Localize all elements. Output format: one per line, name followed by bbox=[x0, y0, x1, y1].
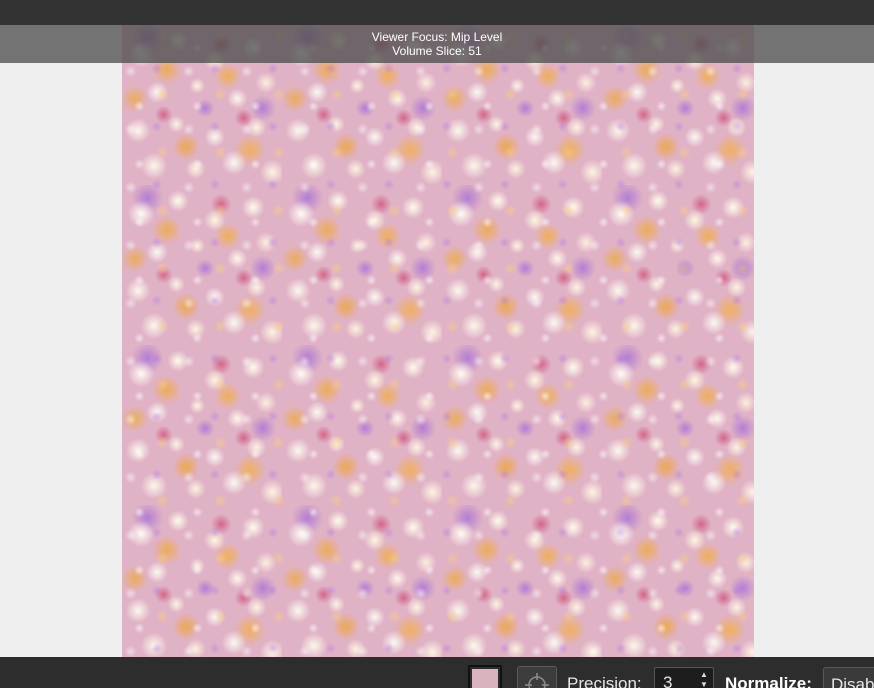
picked-color-fill bbox=[472, 669, 498, 688]
viewer-info-overlay: Viewer Focus: Mip Level Volume Slice: 51 bbox=[0, 25, 874, 63]
normalize-label: Normalize: bbox=[725, 674, 812, 688]
precision-label: Precision: bbox=[567, 674, 642, 688]
stepper-up-icon[interactable]: ▲ bbox=[697, 670, 711, 680]
pick-pixel-button[interactable] bbox=[517, 666, 557, 688]
crosshair-icon bbox=[525, 673, 549, 688]
precision-spinbox[interactable]: ▲ ▼ bbox=[654, 667, 714, 688]
precision-stepper[interactable]: ▲ ▼ bbox=[697, 670, 711, 688]
stepper-down-icon[interactable]: ▼ bbox=[697, 680, 711, 688]
window-title-bar bbox=[0, 0, 874, 25]
bottom-toolbar: Precision: ▲ ▼ Normalize: Disab bbox=[0, 657, 874, 688]
picked-color-swatch[interactable] bbox=[468, 665, 502, 688]
viewer-focus-text: Viewer Focus: Mip Level bbox=[371, 30, 503, 44]
texture-image-detail bbox=[122, 25, 754, 657]
normalize-dropdown[interactable]: Disab bbox=[823, 667, 874, 688]
volume-slice-text: Volume Slice: 51 bbox=[392, 44, 482, 58]
precision-input[interactable] bbox=[655, 668, 695, 688]
texture-viewport[interactable] bbox=[0, 25, 874, 657]
